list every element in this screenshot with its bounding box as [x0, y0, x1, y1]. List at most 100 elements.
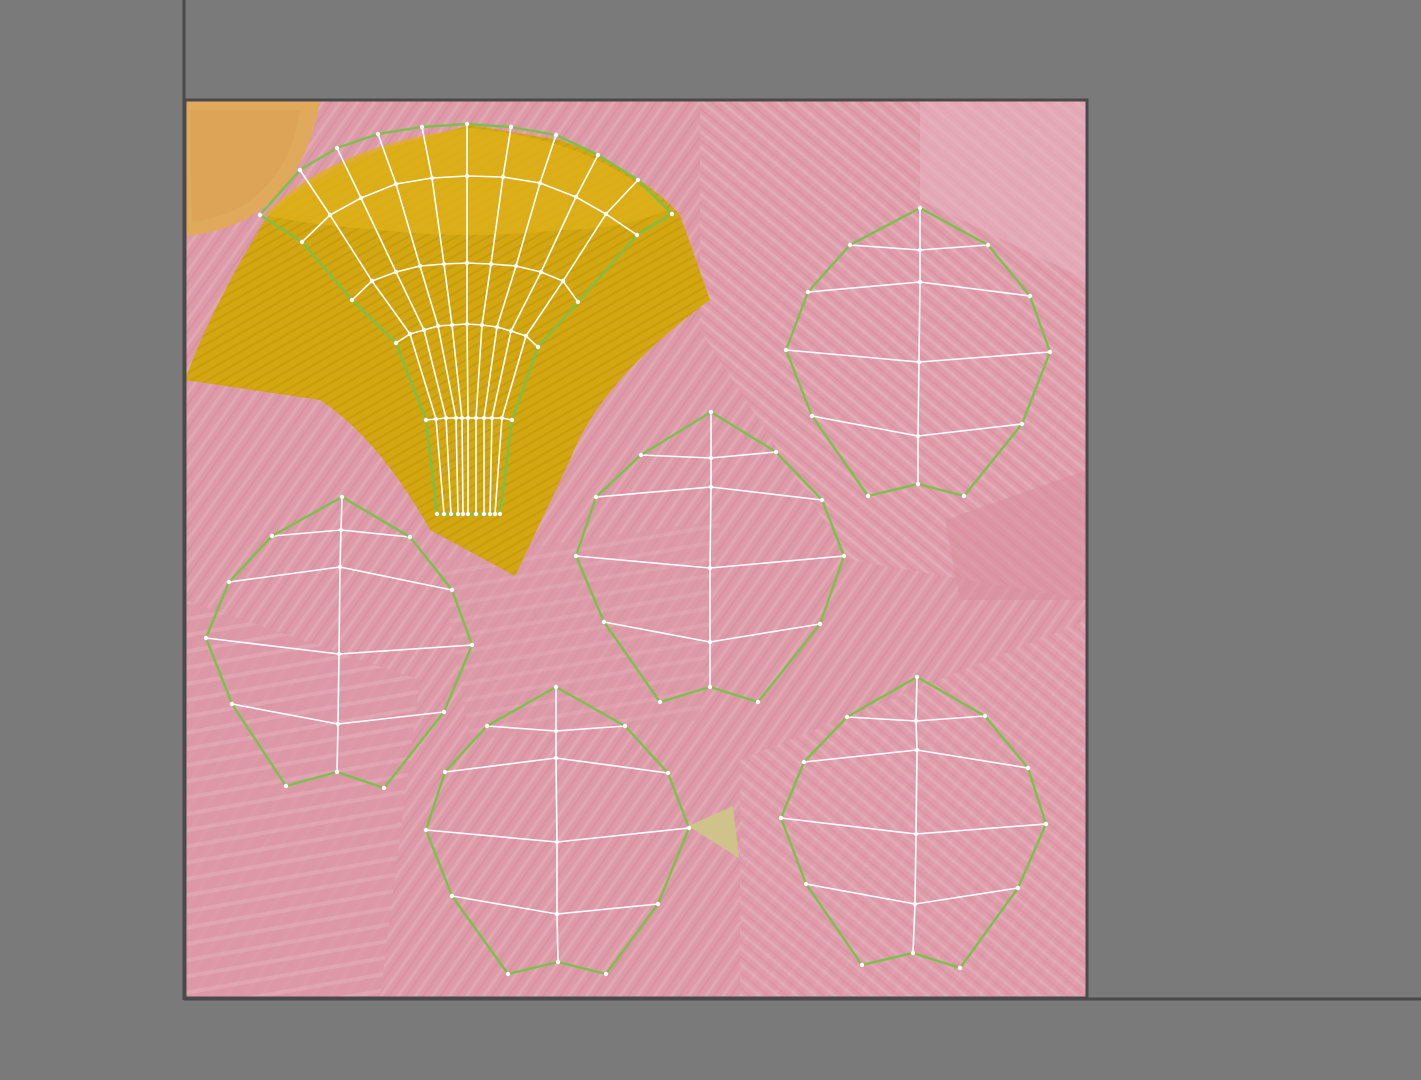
uv-vertex[interactable] — [707, 684, 713, 690]
uv-vertex[interactable] — [269, 533, 275, 539]
uv-vertex[interactable] — [523, 333, 529, 339]
uv-vertex[interactable] — [407, 534, 413, 540]
uv-vertex[interactable] — [327, 212, 333, 218]
uv-vertex[interactable] — [460, 511, 466, 517]
uv-vertex[interactable] — [492, 511, 498, 517]
uv-vertex[interactable] — [335, 721, 341, 727]
uv-vertex[interactable] — [985, 242, 991, 248]
uv-vertex[interactable] — [638, 452, 644, 458]
uv-vertex[interactable] — [449, 893, 455, 899]
uv-vertex[interactable] — [509, 417, 515, 423]
uv-vertex[interactable] — [283, 783, 289, 789]
uv-vertex[interactable] — [338, 527, 344, 533]
uv-vertex[interactable] — [622, 723, 628, 729]
uv-vertex[interactable] — [913, 831, 919, 837]
uv-vertex[interactable] — [369, 278, 375, 284]
uv-vertex[interactable] — [508, 124, 514, 130]
uv-vertex[interactable] — [464, 260, 470, 266]
uv-vertex[interactable] — [407, 331, 413, 337]
uv-vertex[interactable] — [553, 755, 559, 761]
uv-vertex[interactable] — [844, 714, 850, 720]
uv-vertex[interactable] — [479, 322, 485, 328]
uv-vertex[interactable] — [417, 263, 423, 269]
uv-vertex[interactable] — [393, 340, 399, 346]
uv-vertex[interactable] — [1027, 293, 1033, 299]
uv-vertex[interactable] — [657, 699, 663, 705]
uv-vertex[interactable] — [257, 212, 263, 218]
uv-vertex[interactable] — [554, 911, 560, 917]
uv-vertex[interactable] — [423, 827, 429, 833]
uv-vertex[interactable] — [554, 839, 560, 845]
uv-vertex[interactable] — [916, 359, 922, 365]
uv-vertex[interactable] — [755, 699, 761, 705]
uv-vertex[interactable] — [560, 278, 566, 284]
uv-vertex[interactable] — [535, 344, 541, 350]
uv-vertex[interactable] — [665, 770, 671, 776]
uv-vertex[interactable] — [859, 962, 865, 968]
uv-vertex[interactable] — [708, 409, 714, 415]
uv-vertex[interactable] — [334, 145, 340, 151]
uv-vertex[interactable] — [917, 279, 923, 285]
uv-vertex[interactable] — [505, 971, 511, 977]
uv-vertex[interactable] — [358, 195, 364, 201]
uv-vertex[interactable] — [226, 579, 232, 585]
uv-vertex[interactable] — [912, 901, 918, 907]
uv-vertex[interactable] — [707, 639, 713, 645]
uv-vertex[interactable] — [669, 211, 675, 217]
uv-vertex[interactable] — [488, 261, 494, 267]
uv-vertex[interactable] — [593, 494, 599, 500]
uv-vertex[interactable] — [914, 674, 920, 680]
uv-vertex[interactable] — [917, 247, 923, 253]
uv-vertex[interactable] — [1047, 349, 1053, 355]
uv-vertex[interactable] — [229, 701, 235, 707]
uv-vertex[interactable] — [455, 511, 461, 517]
uv-vertex[interactable] — [487, 511, 493, 517]
uv-vertex[interactable] — [508, 328, 514, 334]
uv-vertex[interactable] — [441, 261, 447, 267]
uv-vertex[interactable] — [982, 713, 988, 719]
uv-vertex[interactable] — [453, 415, 459, 421]
uv-vertex[interactable] — [203, 635, 209, 641]
uv-vertex[interactable] — [917, 205, 923, 211]
uv-vertex[interactable] — [783, 347, 789, 353]
uv-vertex[interactable] — [481, 511, 487, 517]
uv-vertex[interactable] — [465, 511, 471, 517]
uv-vertex[interactable] — [465, 415, 471, 421]
uv-vertex[interactable] — [1025, 765, 1031, 771]
uv-vertex[interactable] — [441, 709, 447, 715]
uv-vertex[interactable] — [429, 175, 435, 181]
uv-vertex[interactable] — [1019, 421, 1025, 427]
uv-vertex[interactable] — [1015, 885, 1021, 891]
uv-vertex[interactable] — [435, 323, 441, 329]
uv-editor-canvas[interactable] — [0, 0, 1421, 1080]
uv-vertex[interactable] — [421, 327, 427, 333]
uv-vertex[interactable] — [553, 728, 559, 734]
uv-vertex[interactable] — [555, 959, 561, 965]
uv-vertex[interactable] — [655, 901, 661, 907]
uv-vertex[interactable] — [778, 815, 784, 821]
uv-vertex[interactable] — [464, 173, 470, 179]
uv-vertex[interactable] — [957, 965, 963, 971]
uv-vertex[interactable] — [914, 747, 920, 753]
uv-vertex[interactable] — [819, 497, 825, 503]
uv-vertex[interactable] — [575, 299, 581, 305]
uv-vertex[interactable] — [573, 194, 579, 200]
uv-vertex[interactable] — [686, 825, 692, 831]
uv-vertex[interactable] — [537, 180, 543, 186]
uv-vertex[interactable] — [801, 759, 807, 765]
uv-vertex[interactable] — [375, 131, 381, 137]
uv-vertex[interactable] — [469, 642, 475, 648]
uv-vertex[interactable] — [448, 511, 454, 517]
uv-vertex[interactable] — [449, 322, 455, 328]
uv-vertex[interactable] — [805, 289, 811, 295]
uv-vertex[interactable] — [595, 152, 601, 158]
uv-vertex[interactable] — [708, 484, 714, 490]
uv-vertex[interactable] — [464, 121, 470, 127]
uv-vertex[interactable] — [1043, 821, 1049, 827]
uv-vertex[interactable] — [803, 881, 809, 887]
uv-vertex[interactable] — [481, 415, 487, 421]
uv-vertex[interactable] — [513, 263, 519, 269]
uv-vertex[interactable] — [484, 723, 490, 729]
uv-vertex[interactable] — [841, 553, 847, 559]
uv-vertex[interactable] — [334, 769, 340, 775]
